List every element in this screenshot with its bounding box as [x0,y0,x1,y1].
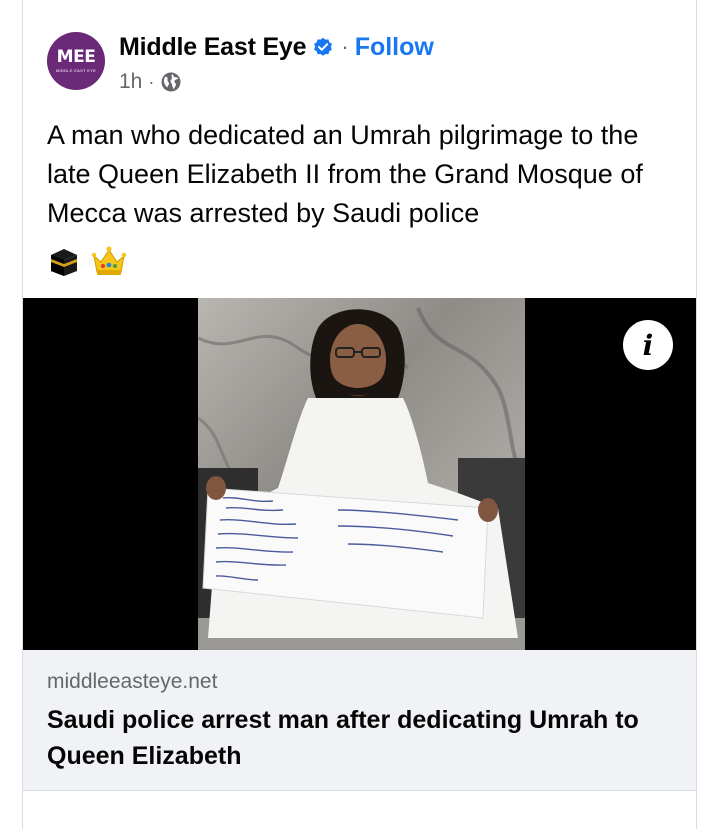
verified-badge-icon [314,37,333,56]
avatar-logo: MEE [56,47,96,67]
meta-separator: · [148,71,155,92]
globe-icon[interactable] [160,71,182,93]
link-preview[interactable]: middleeasteye.net Saudi police arrest ma… [23,650,696,790]
emoji-row [47,244,127,278]
divider [23,790,696,791]
follow-button[interactable]: Follow [355,33,434,62]
crown-emoji [91,246,127,275]
post-timestamp[interactable]: 1h [119,70,142,94]
author-row: Middle East Eye · Follow [119,30,434,64]
post-header: MEE MIDDLE EAST EYE Middle East Eye · Fo… [47,30,676,100]
kaaba-emoji [51,249,78,276]
author-name[interactable]: Middle East Eye [119,33,307,62]
link-headline[interactable]: Saudi police arrest man after dedicating… [47,702,667,774]
avatar-logo-subtext: MIDDLE EAST EYE [55,68,97,73]
link-domain: middleeasteye.net [47,670,218,693]
post-text: A man who dedicated an Umrah pilgrimage … [47,120,643,228]
post-meta: 1h · [119,70,182,94]
avatar[interactable]: MEE MIDDLE EAST EYE [47,32,105,90]
info-icon[interactable]: i [623,320,673,370]
news-photo [198,298,525,650]
news-photo-illustration [198,298,525,650]
post-card: MEE MIDDLE EAST EYE Middle East Eye · Fo… [22,0,697,829]
link-image[interactable]: i [23,298,696,650]
separator-dot: · [341,34,349,59]
